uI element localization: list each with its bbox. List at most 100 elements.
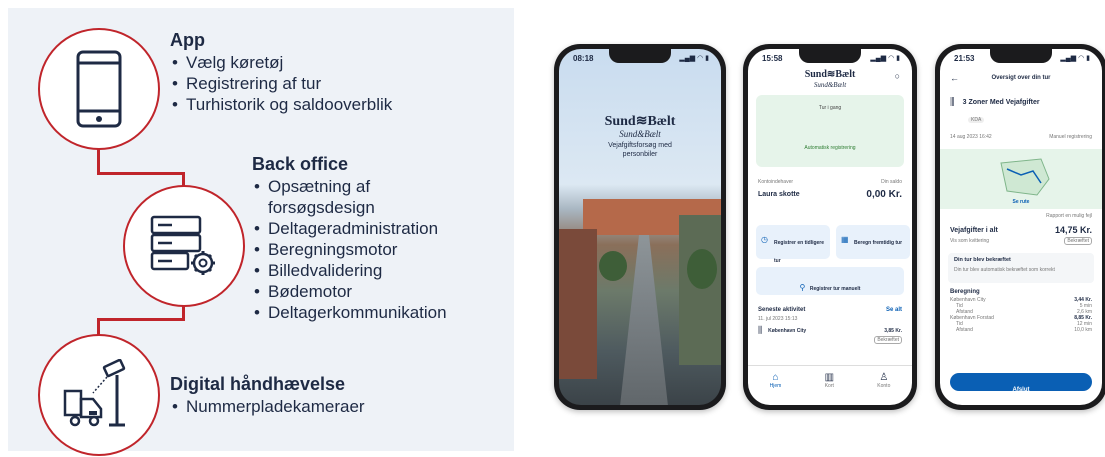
phone-splash: 08:18 ▂▄▆ ◠ ▮ Sund≋Bælt Sund&Bælt Vejafg… <box>554 44 726 410</box>
notch <box>990 49 1052 63</box>
list-item: Registrering af tur <box>170 73 392 94</box>
road-icon: ⫼ <box>950 97 955 108</box>
smartphone-icon <box>76 50 122 128</box>
notch <box>609 49 671 63</box>
nav-map-label: Kort <box>824 383 834 389</box>
backoffice-title: Back office <box>252 154 349 174</box>
total-value: 14,75 Kr. <box>1054 225 1092 235</box>
notification-bell-icon[interactable]: ○ <box>895 71 900 81</box>
vehicle-badge: KDA <box>968 117 985 123</box>
list-item: Deltageradministration <box>252 218 502 239</box>
confirm-card: Din tur blev bekræftet Din tur blev auto… <box>948 253 1094 283</box>
list-item: Nummerpladekameraer <box>170 396 365 417</box>
trip-status-label: Tur i gang <box>818 105 842 111</box>
status-icons: ▂▄▆ ◠ ▮ <box>870 55 900 62</box>
balance-label: Din saldo <box>881 179 902 185</box>
status-time: 15:58 <box>762 54 783 63</box>
recent-title: Seneste aktivitet <box>758 307 806 313</box>
list-item: Deltagerkommunikation <box>252 302 502 323</box>
calc-future-label: Beregn fremtidig tur <box>854 240 903 246</box>
nav-home[interactable]: ⌂ Hjem <box>770 372 782 405</box>
enforcement-circle <box>38 334 160 456</box>
route-map[interactable]: Se rute <box>940 149 1102 209</box>
app-list: Vælg køretøj Registrering af tur Turhist… <box>170 52 392 115</box>
total-section: Vejafgifter i alt 14,75 Kr. Vis som kvit… <box>950 225 1092 245</box>
trip-status-card[interactable]: Tur i gang Automatisk registrering <box>756 95 904 167</box>
trip-detail-screen: 21:53 ▂▄▆ ◠ ▮ ← Oversigt over din tur ⫼ … <box>940 49 1102 405</box>
enforcement-title: Digital håndhævelse <box>170 374 346 394</box>
brand-logo: Sund≋Bælt <box>804 69 856 80</box>
splash-tagline: Vejafgiftsforsøg med personbiler <box>608 142 672 158</box>
app-circle <box>38 28 160 150</box>
finish-label: Afslut <box>1012 387 1030 393</box>
list-item: Billedvalidering <box>252 260 502 281</box>
connector-line <box>182 172 185 186</box>
auto-reg-label: Automatisk registrering <box>804 145 856 151</box>
nav-map[interactable]: ▥ Kort <box>825 372 834 405</box>
splash-screen: 08:18 ▂▄▆ ◠ ▮ Sund≋Bælt Sund&Bælt Vejafg… <box>559 49 721 405</box>
register-earlier-label: Registrer en tidligere tur <box>774 240 825 264</box>
map-icon: ▥ <box>824 372 835 383</box>
balance-value: 0,00 Kr. <box>866 189 902 200</box>
route-icon: ⚲ <box>799 283 806 292</box>
report-error-link[interactable]: Rapport en mulig fejl <box>1046 213 1092 219</box>
connector-line <box>97 172 185 175</box>
status-icons: ▂▄▆ ◠ ▮ <box>1060 55 1090 62</box>
list-item: Vælg køretøj <box>170 52 392 73</box>
server-gear-icon <box>150 215 215 275</box>
connector-line <box>97 318 185 321</box>
enforcement-list: Nummerpladekameraer <box>170 396 365 417</box>
clock-icon: ◷ <box>761 235 768 244</box>
list-item: Turhistorik og saldooverblik <box>170 94 392 115</box>
nav-account[interactable]: ♙ Konto <box>877 372 890 405</box>
city-photo <box>559 189 721 405</box>
backoffice-circle <box>123 185 245 307</box>
recent-status: Bekræftet <box>874 336 902 344</box>
account-label: Kontoindehaver <box>758 179 794 185</box>
nav-account-label: Konto <box>877 383 891 389</box>
status-time: 21:53 <box>954 54 975 63</box>
user-icon: ♙ <box>879 372 889 383</box>
connector-line <box>97 148 100 174</box>
trip-date: 14 aug 2023 16:42 <box>950 134 992 140</box>
phone-trip-detail: 21:53 ▂▄▆ ◠ ▮ ← Oversigt over din tur ⫼ … <box>935 44 1105 410</box>
receipt-link[interactable]: Vis som kvittering <box>950 238 989 244</box>
see-route-link[interactable]: Se rute <box>940 199 1102 205</box>
screen-header: Oversigt over din tur <box>991 75 1051 81</box>
brand-logo-sub: Sund&Bælt <box>619 129 661 139</box>
calc-row-value: 10,0 km <box>1074 327 1092 333</box>
calc-title: Beregning <box>950 289 980 295</box>
recent-amount: 3,85 Kr. <box>884 327 902 334</box>
calc-row-label: Afstand <box>956 327 973 333</box>
notch <box>799 49 861 63</box>
register-manual-label: Registrer tur manuelt <box>809 286 861 292</box>
app-title: App <box>170 30 205 50</box>
list-item: Bødemotor <box>252 281 502 302</box>
account-section: Kontoindehaver Din saldo Laura skotte 0,… <box>758 179 902 200</box>
home-icon: ⌂ <box>772 372 779 383</box>
see-all-link[interactable]: Se alt <box>886 307 902 313</box>
trip-summary: ⫼ 3 Zoner Med Vejafgifter KDA 14 aug 202… <box>950 97 1092 140</box>
confirm-text: Din tur blev automatisk bekræftet som ko… <box>954 267 1055 273</box>
nav-home-label: Hjem <box>769 383 782 389</box>
list-item: Beregningsmotor <box>252 239 502 260</box>
register-manual-button[interactable]: ⚲ Registrer tur manuelt <box>756 267 904 295</box>
zones-title: 3 Zoner Med Vejafgifter <box>962 99 1040 106</box>
backoffice-list: Opsætning af forsøgsdesign Deltageradmin… <box>252 176 502 323</box>
confirm-title: Din tur blev bekræftet <box>954 257 1011 263</box>
brand-logo: Sund≋Bælt <box>604 114 676 129</box>
total-status: Bekræftet <box>1064 237 1092 245</box>
total-label: Vejafgifter i alt <box>950 226 998 234</box>
status-icons: ▂▄▆ ◠ ▮ <box>679 55 709 62</box>
recent-activity: Seneste aktivitet Se alt 11. jul 2023 15… <box>758 307 902 344</box>
account-name: Laura skotte <box>758 191 800 198</box>
home-screen: 15:58 ▂▄▆ ◠ ▮ Sund≋Bælt Sund&Bælt ○ Tur … <box>748 49 912 405</box>
calc-future-button[interactable]: ▦ Beregn fremtidig tur <box>836 225 910 259</box>
enforcement-camera-icon <box>63 359 126 427</box>
recent-trip-row[interactable]: ⫼ København City 3,85 Kr. <box>758 325 902 336</box>
finish-button[interactable]: Afslut <box>950 373 1092 393</box>
recent-place: København City <box>768 327 807 334</box>
reg-type: Manuel registrering <box>1049 134 1092 140</box>
register-earlier-button[interactable]: ◷ Registrer en tidligere tur <box>756 225 830 264</box>
bottom-nav: ⌂ Hjem ▥ Kort ♙ Konto <box>748 365 912 405</box>
